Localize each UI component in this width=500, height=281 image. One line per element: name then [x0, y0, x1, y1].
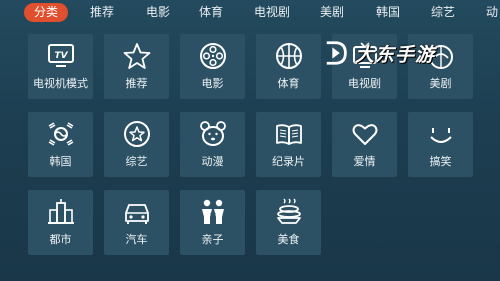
- food-dish-icon: [274, 197, 304, 227]
- tile-label: 都市: [49, 233, 72, 246]
- tile-recommend[interactable]: 推荐: [104, 34, 169, 99]
- tile-food[interactable]: 美食: [256, 190, 321, 255]
- tile-label: 电影: [201, 77, 224, 90]
- tab-variety[interactable]: 综艺: [431, 3, 455, 22]
- tile-label: 动漫: [201, 155, 224, 168]
- tile-label: 汽车: [125, 233, 148, 246]
- tab-anime-partial[interactable]: 动: [486, 3, 498, 22]
- tile-movie[interactable]: 电影: [180, 34, 245, 99]
- open-book-icon: [274, 119, 304, 149]
- tile-variety[interactable]: 综艺: [104, 112, 169, 177]
- heart-icon: [350, 119, 380, 149]
- tile-korea[interactable]: 韩国: [28, 112, 93, 177]
- variety-star-icon: [122, 119, 152, 149]
- tab-movie[interactable]: 电影: [146, 3, 170, 22]
- tab-korea[interactable]: 韩国: [376, 3, 400, 22]
- tile-sports[interactable]: 体育: [256, 34, 321, 99]
- tile-label: 美食: [277, 233, 300, 246]
- smile-face-icon: [426, 119, 456, 149]
- tile-label: 电视机模式: [33, 77, 88, 90]
- tile-label: 推荐: [125, 77, 148, 90]
- tile-label: 亲子: [201, 233, 224, 246]
- tab-recommend[interactable]: 推荐: [90, 3, 114, 22]
- tile-romance[interactable]: 爱情: [332, 112, 397, 177]
- tile-city[interactable]: 都市: [28, 190, 93, 255]
- tile-car[interactable]: 汽车: [104, 190, 169, 255]
- tile-label: 纪录片: [272, 155, 305, 168]
- film-reel-icon: [198, 41, 228, 71]
- category-nav-bar: 分类 推荐 电影 体育 电视剧 美剧 韩国 综艺 动: [0, 0, 500, 24]
- tile-label: 搞笑: [429, 155, 452, 168]
- tile-label: 综艺: [125, 155, 148, 168]
- city-building-icon: [46, 197, 76, 227]
- bear-face-icon: [198, 119, 228, 149]
- basketball-icon: [274, 41, 304, 71]
- star-icon: [122, 41, 152, 71]
- tab-sports[interactable]: 体育: [199, 3, 223, 22]
- watermark: 大东手游: [323, 38, 483, 68]
- watermark-logo-icon: [326, 41, 347, 65]
- tv-icon: TV: [46, 41, 76, 71]
- tile-label: 美剧: [429, 77, 452, 90]
- tab-us-drama[interactable]: 美剧: [320, 3, 344, 22]
- tile-label: 韩国: [49, 155, 72, 168]
- tile-label: 爱情: [353, 155, 376, 168]
- tile-anime[interactable]: 动漫: [180, 112, 245, 177]
- tab-tv-series[interactable]: 电视剧: [254, 3, 290, 22]
- tab-category[interactable]: 分类: [24, 3, 69, 22]
- parent-child-icon: [198, 197, 228, 227]
- tile-label: 电视剧: [348, 77, 381, 90]
- svg-text:TV: TV: [54, 51, 68, 61]
- korea-flag-icon: [46, 119, 76, 149]
- tile-comedy[interactable]: 搞笑: [408, 112, 473, 177]
- tile-parent-child[interactable]: 亲子: [180, 190, 245, 255]
- car-icon: [122, 197, 152, 227]
- tile-documentary[interactable]: 纪录片: [256, 112, 321, 177]
- tile-label: 体育: [277, 77, 300, 90]
- tile-tv-mode[interactable]: TV 电视机模式: [28, 34, 93, 99]
- watermark-text: 大东手游: [355, 44, 436, 66]
